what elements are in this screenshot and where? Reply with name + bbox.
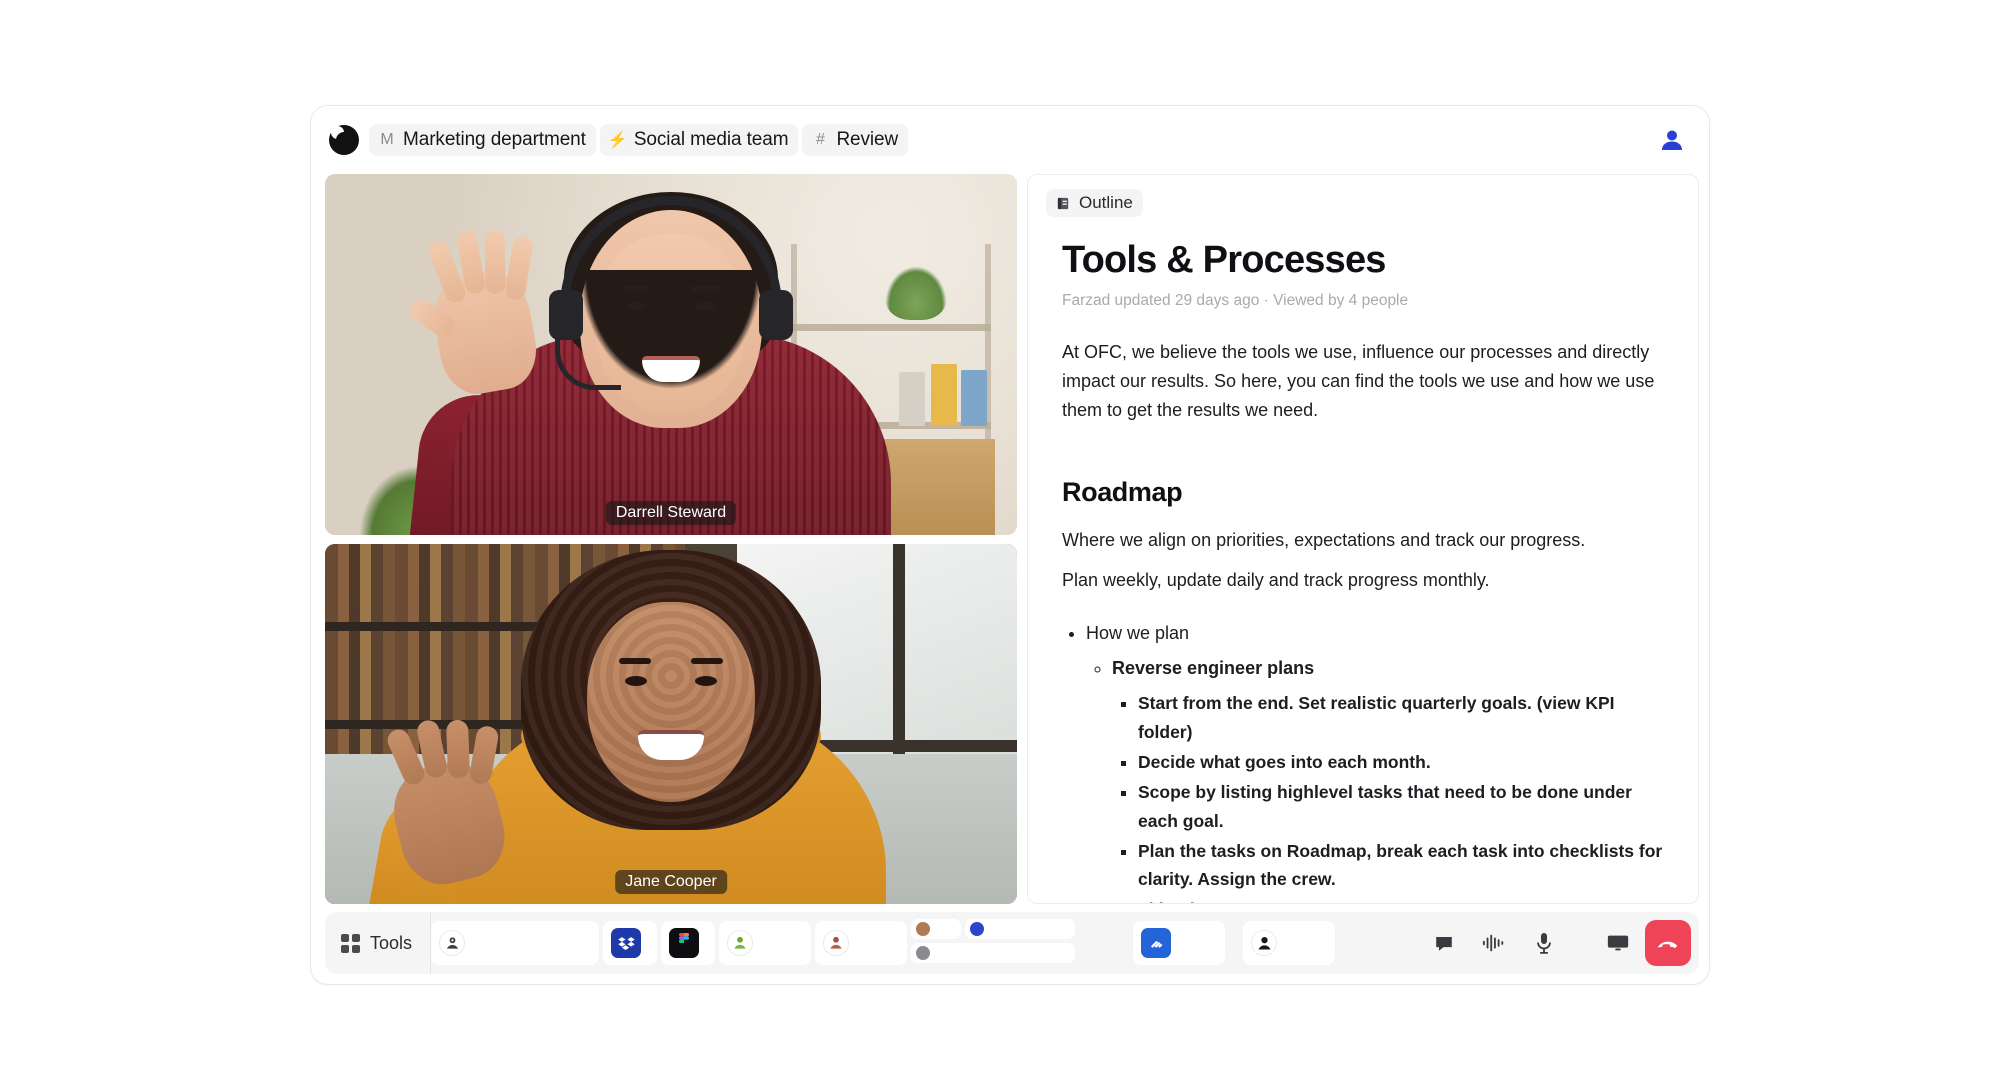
list-item-label: How we plan <box>1086 623 1189 643</box>
video-tile-darrell[interactable]: Darrell Steward <box>325 174 1017 535</box>
list-item-how-we-plan: How we plan Reverse engineer plans Start… <box>1086 619 1664 903</box>
app-window: M Marketing department ⚡ Social media te… <box>310 105 1710 985</box>
audio-levels-button[interactable] <box>1471 920 1517 966</box>
tools-button[interactable]: Tools <box>325 912 431 974</box>
microphone-icon <box>1534 931 1554 955</box>
breadcrumb-label-workspace: Marketing department <box>403 129 586 151</box>
tab-outline-label: Outline <box>1079 193 1133 213</box>
person-icon <box>970 922 984 936</box>
breadcrumb-item-channel[interactable]: # Review <box>802 124 908 156</box>
waveform-icon <box>1482 932 1506 954</box>
list-group-label: Reverse engineer plans <box>1112 658 1314 678</box>
dropbox-glyph-icon <box>617 934 636 953</box>
sync-icon <box>1141 928 1171 958</box>
dropbox-icon <box>611 928 641 958</box>
breadcrumb-item-team[interactable]: ⚡ Social media team <box>600 124 799 156</box>
breadcrumb: M Marketing department ⚡ Social media te… <box>369 124 908 156</box>
slot-sync-app[interactable] <box>1133 921 1225 965</box>
app-header: M Marketing department ⚡ Social media te… <box>311 106 1709 174</box>
list-group-title: Reverse engineer plans Start from the en… <box>1112 654 1664 894</box>
list-group-title: Weekly plans Everyone should have a clea… <box>1112 896 1664 903</box>
person-glyph-icon <box>732 935 748 951</box>
list-item: Start from the end. Set realistic quarte… <box>1138 689 1664 746</box>
end-call-button[interactable] <box>1645 920 1691 966</box>
tab-outline[interactable]: Outline <box>1046 189 1143 217</box>
slot-webcam-tool[interactable] <box>431 921 599 965</box>
list-item: Decide what goes into each month. <box>1138 748 1664 776</box>
breadcrumb-label-channel: Review <box>836 129 898 151</box>
person-icon <box>1251 930 1277 956</box>
chat-icon <box>1433 932 1455 954</box>
person-icon <box>916 946 930 960</box>
chat-button[interactable] <box>1421 920 1467 966</box>
tool-slots <box>431 912 1411 974</box>
slot-participant-brown[interactable] <box>815 921 907 965</box>
person-icon <box>823 930 849 956</box>
monitor-icon <box>1606 932 1630 954</box>
webcam-glyph-icon <box>444 935 461 952</box>
slot-participant-stack[interactable] <box>911 921 1089 965</box>
lightning-icon: ⚡ <box>610 130 626 150</box>
user-avatar[interactable] <box>1655 123 1689 157</box>
call-toolbar: Tools <box>325 912 1699 974</box>
section-heading-roadmap: Roadmap <box>1062 477 1664 508</box>
participant-name-label: Jane Cooper <box>615 870 727 894</box>
tools-button-label: Tools <box>370 933 412 954</box>
list-group-label: Weekly plans <box>1112 900 1226 903</box>
slot-participant-green[interactable] <box>719 921 811 965</box>
sync-glyph-icon <box>1147 934 1166 953</box>
call-controls <box>1411 920 1691 966</box>
document-panel: Outline Tools & Processes Farzad updated… <box>1027 174 1699 904</box>
document-meta: Farzad updated 29 days ago · Viewed by 4… <box>1062 292 1664 310</box>
section-line-1: Where we align on priorities, expectatio… <box>1062 526 1664 554</box>
workspace-letter-icon: M <box>379 131 395 149</box>
outline-sublist: Reverse engineer plans Start from the en… <box>1086 654 1664 903</box>
breadcrumb-item-workspace[interactable]: M Marketing department <box>369 124 596 156</box>
document-intro-paragraph: At OFC, we believe the tools we use, inf… <box>1062 338 1664 425</box>
slot-figma-app[interactable] <box>661 921 715 965</box>
video-tile-jane[interactable]: Jane Cooper <box>325 544 1017 905</box>
person-icon <box>727 930 753 956</box>
app-logo-icon[interactable] <box>329 125 359 155</box>
phone-hangup-icon <box>1655 930 1681 956</box>
person-glyph-icon <box>1256 935 1273 952</box>
microphone-button[interactable] <box>1521 920 1567 966</box>
document-title: Tools & Processes <box>1062 239 1664 282</box>
figma-icon <box>669 928 699 958</box>
outline-leaf-list: Start from the end. Set realistic quarte… <box>1112 689 1664 893</box>
video-grid: Darrell Steward <box>325 174 1017 912</box>
hash-icon: # <box>812 131 828 149</box>
main-body: Darrell Steward <box>311 174 1709 912</box>
person-glyph-icon <box>828 935 844 951</box>
document-content[interactable]: Tools & Processes Farzad updated 29 days… <box>1028 217 1698 903</box>
figma-glyph-icon <box>677 933 691 953</box>
participant-name-label: Darrell Steward <box>606 501 736 525</box>
section-line-2: Plan weekly, update daily and track prog… <box>1062 566 1664 594</box>
book-icon <box>1056 196 1071 211</box>
stack-row-3[interactable] <box>911 943 1075 963</box>
person-icon <box>1657 125 1687 155</box>
screen-share-button[interactable] <box>1595 920 1641 966</box>
slot-participant-dark[interactable] <box>1243 921 1335 965</box>
breadcrumb-label-team: Social media team <box>634 129 789 151</box>
grid-icon <box>341 934 360 953</box>
document-tabs: Outline <box>1028 175 1698 217</box>
person-icon <box>916 922 930 936</box>
webcam-icon <box>439 930 465 956</box>
stack-row-2[interactable] <box>965 919 1075 939</box>
outline-list: How we plan Reverse engineer plans Start… <box>1062 619 1664 903</box>
list-item: Scope by listing highlevel tasks that ne… <box>1138 778 1664 835</box>
stack-row-1[interactable] <box>911 919 961 939</box>
slot-dropbox-app[interactable] <box>603 921 657 965</box>
list-item: Plan the tasks on Roadmap, break each ta… <box>1138 837 1664 894</box>
